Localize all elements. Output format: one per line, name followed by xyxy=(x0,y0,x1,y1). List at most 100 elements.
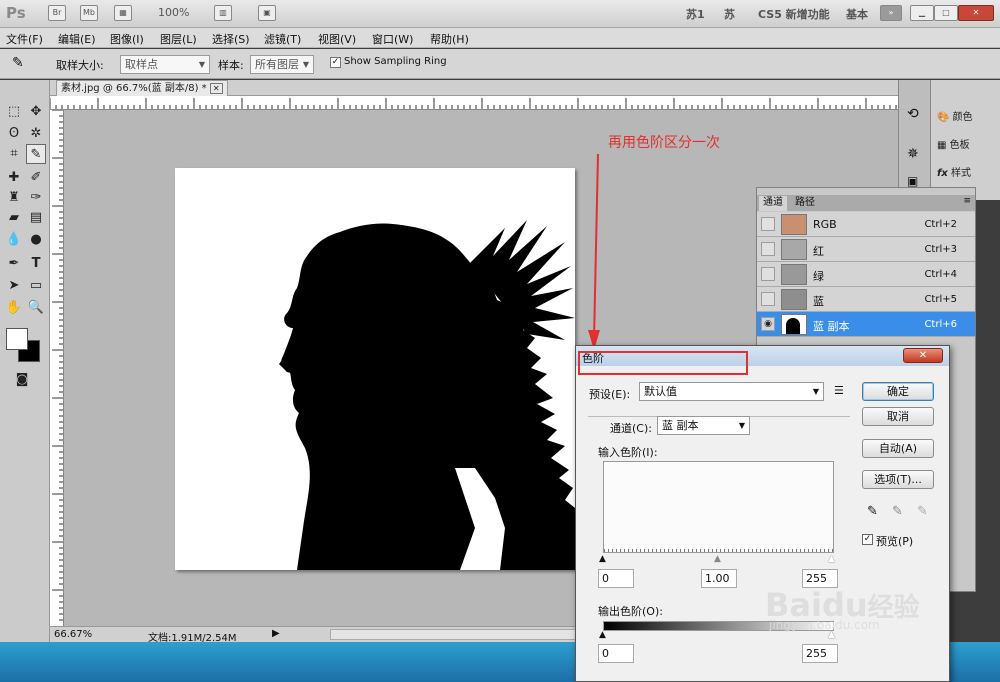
auto-button[interactable]: 自动(A) xyxy=(862,439,934,458)
quick-mask-icon[interactable]: ◙ xyxy=(12,370,32,390)
close-icon[interactable]: ✕ xyxy=(958,5,994,21)
photoshop-logo: Ps xyxy=(6,4,26,22)
preview-checkbox[interactable]: ✓ xyxy=(862,534,873,545)
visibility-toggle[interactable] xyxy=(761,242,775,256)
marquee-icon[interactable]: ⬚ xyxy=(4,102,24,122)
blur-icon[interactable]: 💧 xyxy=(4,230,24,250)
menu-select[interactable]: 选择(S) xyxy=(212,31,250,47)
black-point-slider[interactable]: ▲ xyxy=(599,554,606,564)
eyedropper-tool-icon[interactable]: ✎ xyxy=(26,144,46,164)
channels-tabs: 通道 路径 ≡ xyxy=(757,195,975,211)
history-brush-icon[interactable]: ✑ xyxy=(26,188,46,208)
gray-eyedropper-icon[interactable]: ✎ xyxy=(892,504,903,519)
gamma-slider[interactable]: ▲ xyxy=(714,554,721,564)
path-selection-icon[interactable]: ➤ xyxy=(4,276,24,296)
dock-item-styles[interactable]: fx 样式 xyxy=(937,164,971,179)
output-black-field[interactable]: 0 xyxy=(598,644,634,663)
menu-layer[interactable]: 图层(L) xyxy=(160,31,197,47)
channel-row-green[interactable]: 绿 Ctrl+4 xyxy=(757,262,975,287)
gradient-icon[interactable]: ▤ xyxy=(26,208,46,228)
extras-icon[interactable]: ▦ xyxy=(114,5,132,21)
shape-icon[interactable]: ▭ xyxy=(26,276,46,296)
bridge-icon[interactable]: Br xyxy=(48,5,66,21)
menu-view[interactable]: 视图(V) xyxy=(318,31,356,47)
panel-menu-icon[interactable]: ≡ xyxy=(963,196,971,206)
sample-select[interactable]: 所有图层 ▼ xyxy=(250,55,314,74)
grid-icon: ▦ xyxy=(937,140,947,151)
stamp-icon[interactable]: ♜ xyxy=(4,188,24,208)
eraser-icon[interactable]: ▰ xyxy=(4,208,24,228)
history-panel-icon[interactable]: ⟲ xyxy=(907,106,919,122)
move-icon[interactable]: ✥ xyxy=(26,102,46,122)
tab-close-icon[interactable]: ✕ xyxy=(209,83,223,94)
show-sampling-ring-checkbox[interactable]: ✓ xyxy=(330,57,341,68)
channel-label: 通道(C): xyxy=(610,422,652,435)
status-menu-icon[interactable]: ▶ xyxy=(272,628,280,639)
menu-edit[interactable]: 编辑(E) xyxy=(58,31,96,47)
dock-item-swatches[interactable]: ▦ 色板 xyxy=(937,136,970,151)
minimize-icon[interactable]: ▁ xyxy=(910,5,934,21)
dock-item-color[interactable]: 🎨 颜色 xyxy=(937,108,973,123)
menu-window[interactable]: 窗口(W) xyxy=(372,31,413,47)
status-zoom[interactable]: 66.67% xyxy=(54,629,92,640)
menu-filter[interactable]: 滤镜(T) xyxy=(264,31,301,47)
screen-mode-icon[interactable]: ▣ xyxy=(258,5,276,21)
workspace-su[interactable]: 苏 xyxy=(724,6,735,22)
white-eyedropper-icon[interactable]: ✎ xyxy=(917,504,928,519)
zoom-icon[interactable]: 🔍 xyxy=(26,298,46,318)
input-gamma-field[interactable]: 1.00 xyxy=(701,569,737,588)
ok-button[interactable]: 确定 xyxy=(862,382,934,401)
options-button[interactable]: 选项(T)... xyxy=(862,470,934,489)
channel-row-rgb[interactable]: RGB Ctrl+2 xyxy=(757,212,975,237)
channel-row-red[interactable]: 红 Ctrl+3 xyxy=(757,237,975,262)
baidu-watermark: Baidu经验 jingyan.baidu.com xyxy=(765,586,1000,642)
pen-icon[interactable]: ✒ xyxy=(4,254,24,274)
output-white-field[interactable]: 255 xyxy=(802,644,838,663)
visibility-toggle[interactable] xyxy=(761,217,775,231)
maximize-icon[interactable]: □ xyxy=(934,5,958,21)
cancel-button[interactable]: 取消 xyxy=(862,407,934,426)
eye-icon[interactable]: ◉ xyxy=(761,317,775,331)
channel-select[interactable]: 蓝 副本 ▼ xyxy=(657,416,750,435)
tab-channels[interactable]: 通道 xyxy=(759,196,787,211)
dodge-icon[interactable]: ● xyxy=(26,230,46,250)
output-black-slider[interactable]: ▲ xyxy=(599,630,606,640)
preset-select[interactable]: 默认值 ▼ xyxy=(639,382,824,401)
workspace-basic[interactable]: 基本 xyxy=(846,6,868,22)
brush-icon[interactable]: ✐ xyxy=(26,168,46,188)
dialog-close-button[interactable]: ✕ xyxy=(903,348,943,363)
visibility-toggle[interactable] xyxy=(761,292,775,306)
info-panel-icon[interactable]: ▣ xyxy=(907,174,918,188)
workspace-su1[interactable]: 苏1 xyxy=(686,6,705,22)
sample-size-select[interactable]: 取样点 ▼ xyxy=(120,55,210,74)
zoom-level[interactable]: 100% xyxy=(158,6,189,19)
eyedropper-icon[interactable]: ✎ xyxy=(12,55,24,71)
hand-icon[interactable]: ✋ xyxy=(4,298,24,318)
minibridge-icon[interactable]: Mb xyxy=(80,5,98,21)
menu-file[interactable]: 文件(F) xyxy=(6,31,43,47)
workspace-cs5-new[interactable]: CS5 新增功能 xyxy=(758,6,830,22)
type-icon[interactable]: T xyxy=(26,254,46,274)
actions-panel-icon[interactable]: ✵ xyxy=(907,146,919,162)
preset-options-icon[interactable]: ☰ xyxy=(834,384,844,397)
document-tab[interactable]: 素材.jpg @ 66.7%(蓝 副本/8) * ✕ xyxy=(56,80,228,96)
channel-row-blue-copy[interactable]: ◉ 蓝 副本 Ctrl+6 xyxy=(757,312,975,337)
menu-help[interactable]: 帮助(H) xyxy=(430,31,469,47)
more-workspaces-icon[interactable]: » xyxy=(880,5,902,21)
image-canvas[interactable] xyxy=(175,168,575,570)
healing-icon[interactable]: ✚ xyxy=(4,168,24,188)
menu-image[interactable]: 图像(I) xyxy=(110,31,144,47)
magic-wand-icon[interactable]: ✲ xyxy=(26,124,46,144)
channel-row-blue[interactable]: 蓝 Ctrl+5 xyxy=(757,287,975,312)
visibility-toggle[interactable] xyxy=(761,267,775,281)
tab-paths[interactable]: 路径 xyxy=(791,196,819,211)
menu-bar: 文件(F) 编辑(E) 图像(I) 图层(L) 选择(S) 滤镜(T) 视图(V… xyxy=(0,28,1000,48)
levels-histogram xyxy=(603,461,834,553)
white-point-slider[interactable]: ▲ xyxy=(828,554,835,564)
input-black-field[interactable]: 0 xyxy=(598,569,634,588)
channel-thumbnail xyxy=(781,289,807,310)
lasso-icon[interactable]: ʘ xyxy=(4,124,24,144)
black-eyedropper-icon[interactable]: ✎ xyxy=(867,504,878,519)
arrange-documents-icon[interactable]: ▥ xyxy=(214,5,232,21)
crop-icon[interactable]: ⌗ xyxy=(4,144,24,164)
